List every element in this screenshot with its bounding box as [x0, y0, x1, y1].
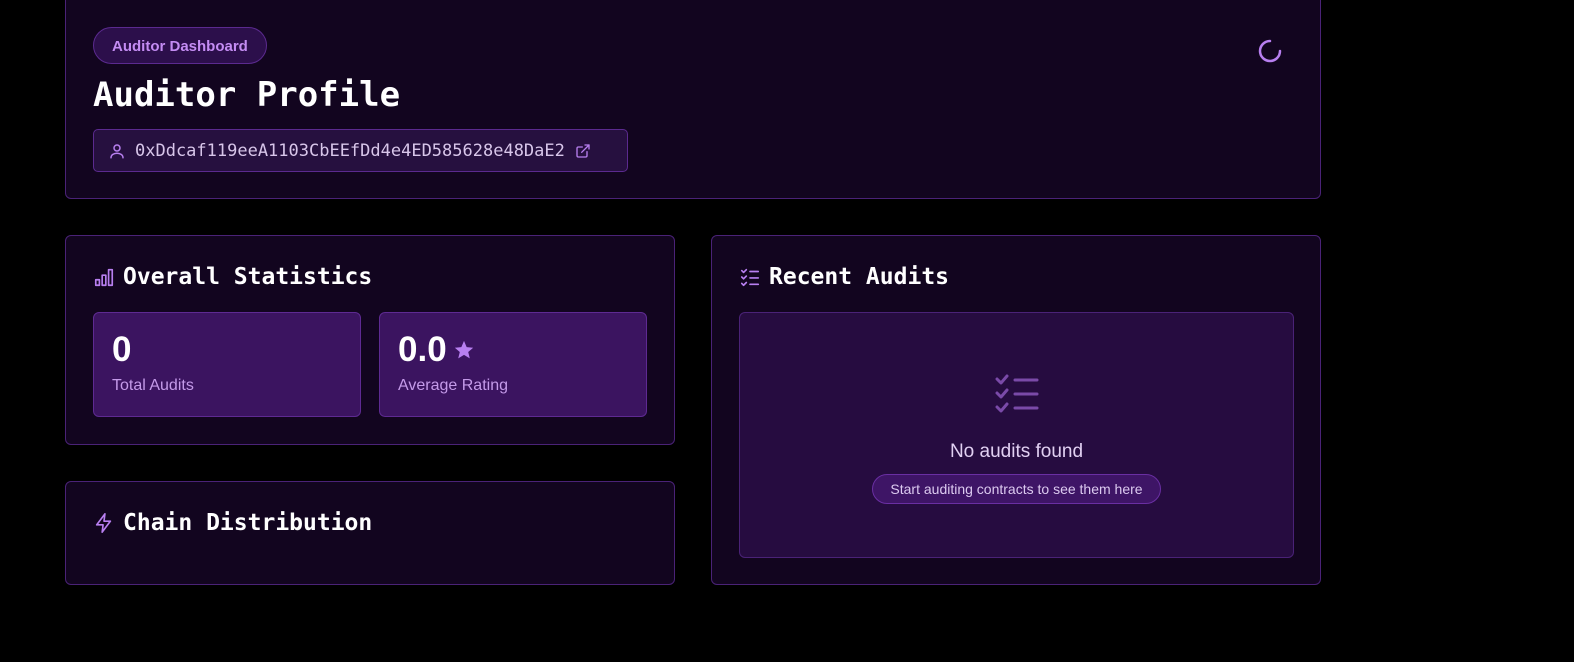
user-icon	[110, 143, 124, 158]
average-rating-row: 0.0	[398, 330, 475, 370]
statistics-header: Overall Statistics	[93, 264, 372, 290]
empty-state-title: No audits found	[949, 441, 1084, 462]
wallet-address-box: 0xDdcaf119eeA1103CbEEfDd4e4ED585628e48Da…	[93, 129, 628, 172]
bar-chart-icon	[94, 268, 114, 287]
chain-title: Chain Distribution	[123, 510, 373, 536]
wallet-address: 0xDdcaf119eeA1103CbEEfDd4e4ED585628e48Da…	[135, 140, 565, 161]
checklist-icon	[740, 268, 760, 287]
average-rating-label: Average Rating	[398, 377, 508, 394]
overall-statistics-card: Overall Statistics 0 Total Audits 0.0 Av…	[65, 235, 675, 445]
loading-spinner-icon	[1258, 39, 1282, 63]
total-audits-tile: 0 Total Audits	[93, 312, 361, 417]
total-audits-label: Total Audits	[112, 377, 194, 394]
recent-audits-card: Recent Audits No audits found Start audi…	[711, 235, 1321, 585]
average-rating-value: 0.0	[398, 330, 447, 369]
lightning-icon	[95, 513, 112, 533]
empty-state-panel: No audits found Start auditing contracts…	[739, 312, 1294, 558]
page-title: Auditor Profile	[93, 75, 401, 115]
external-link-icon[interactable]	[575, 143, 591, 159]
chain-distribution-card: Chain Distribution	[65, 481, 675, 585]
dashboard-badge: Auditor Dashboard	[93, 27, 267, 64]
average-rating-tile: 0.0 Average Rating	[379, 312, 647, 417]
chain-header: Chain Distribution	[93, 510, 372, 536]
star-icon	[454, 340, 473, 359]
empty-state-hint: Start auditing contracts to see them her…	[872, 474, 1161, 504]
total-audits-value: 0	[112, 330, 132, 369]
recent-audits-header: Recent Audits	[739, 264, 949, 290]
recent-audits-title: Recent Audits	[769, 264, 950, 290]
statistics-title: Overall Statistics	[123, 264, 373, 290]
profile-header-card: Auditor Dashboard Auditor Profile 0xDdca…	[65, 0, 1321, 199]
checklist-icon	[995, 374, 1039, 413]
